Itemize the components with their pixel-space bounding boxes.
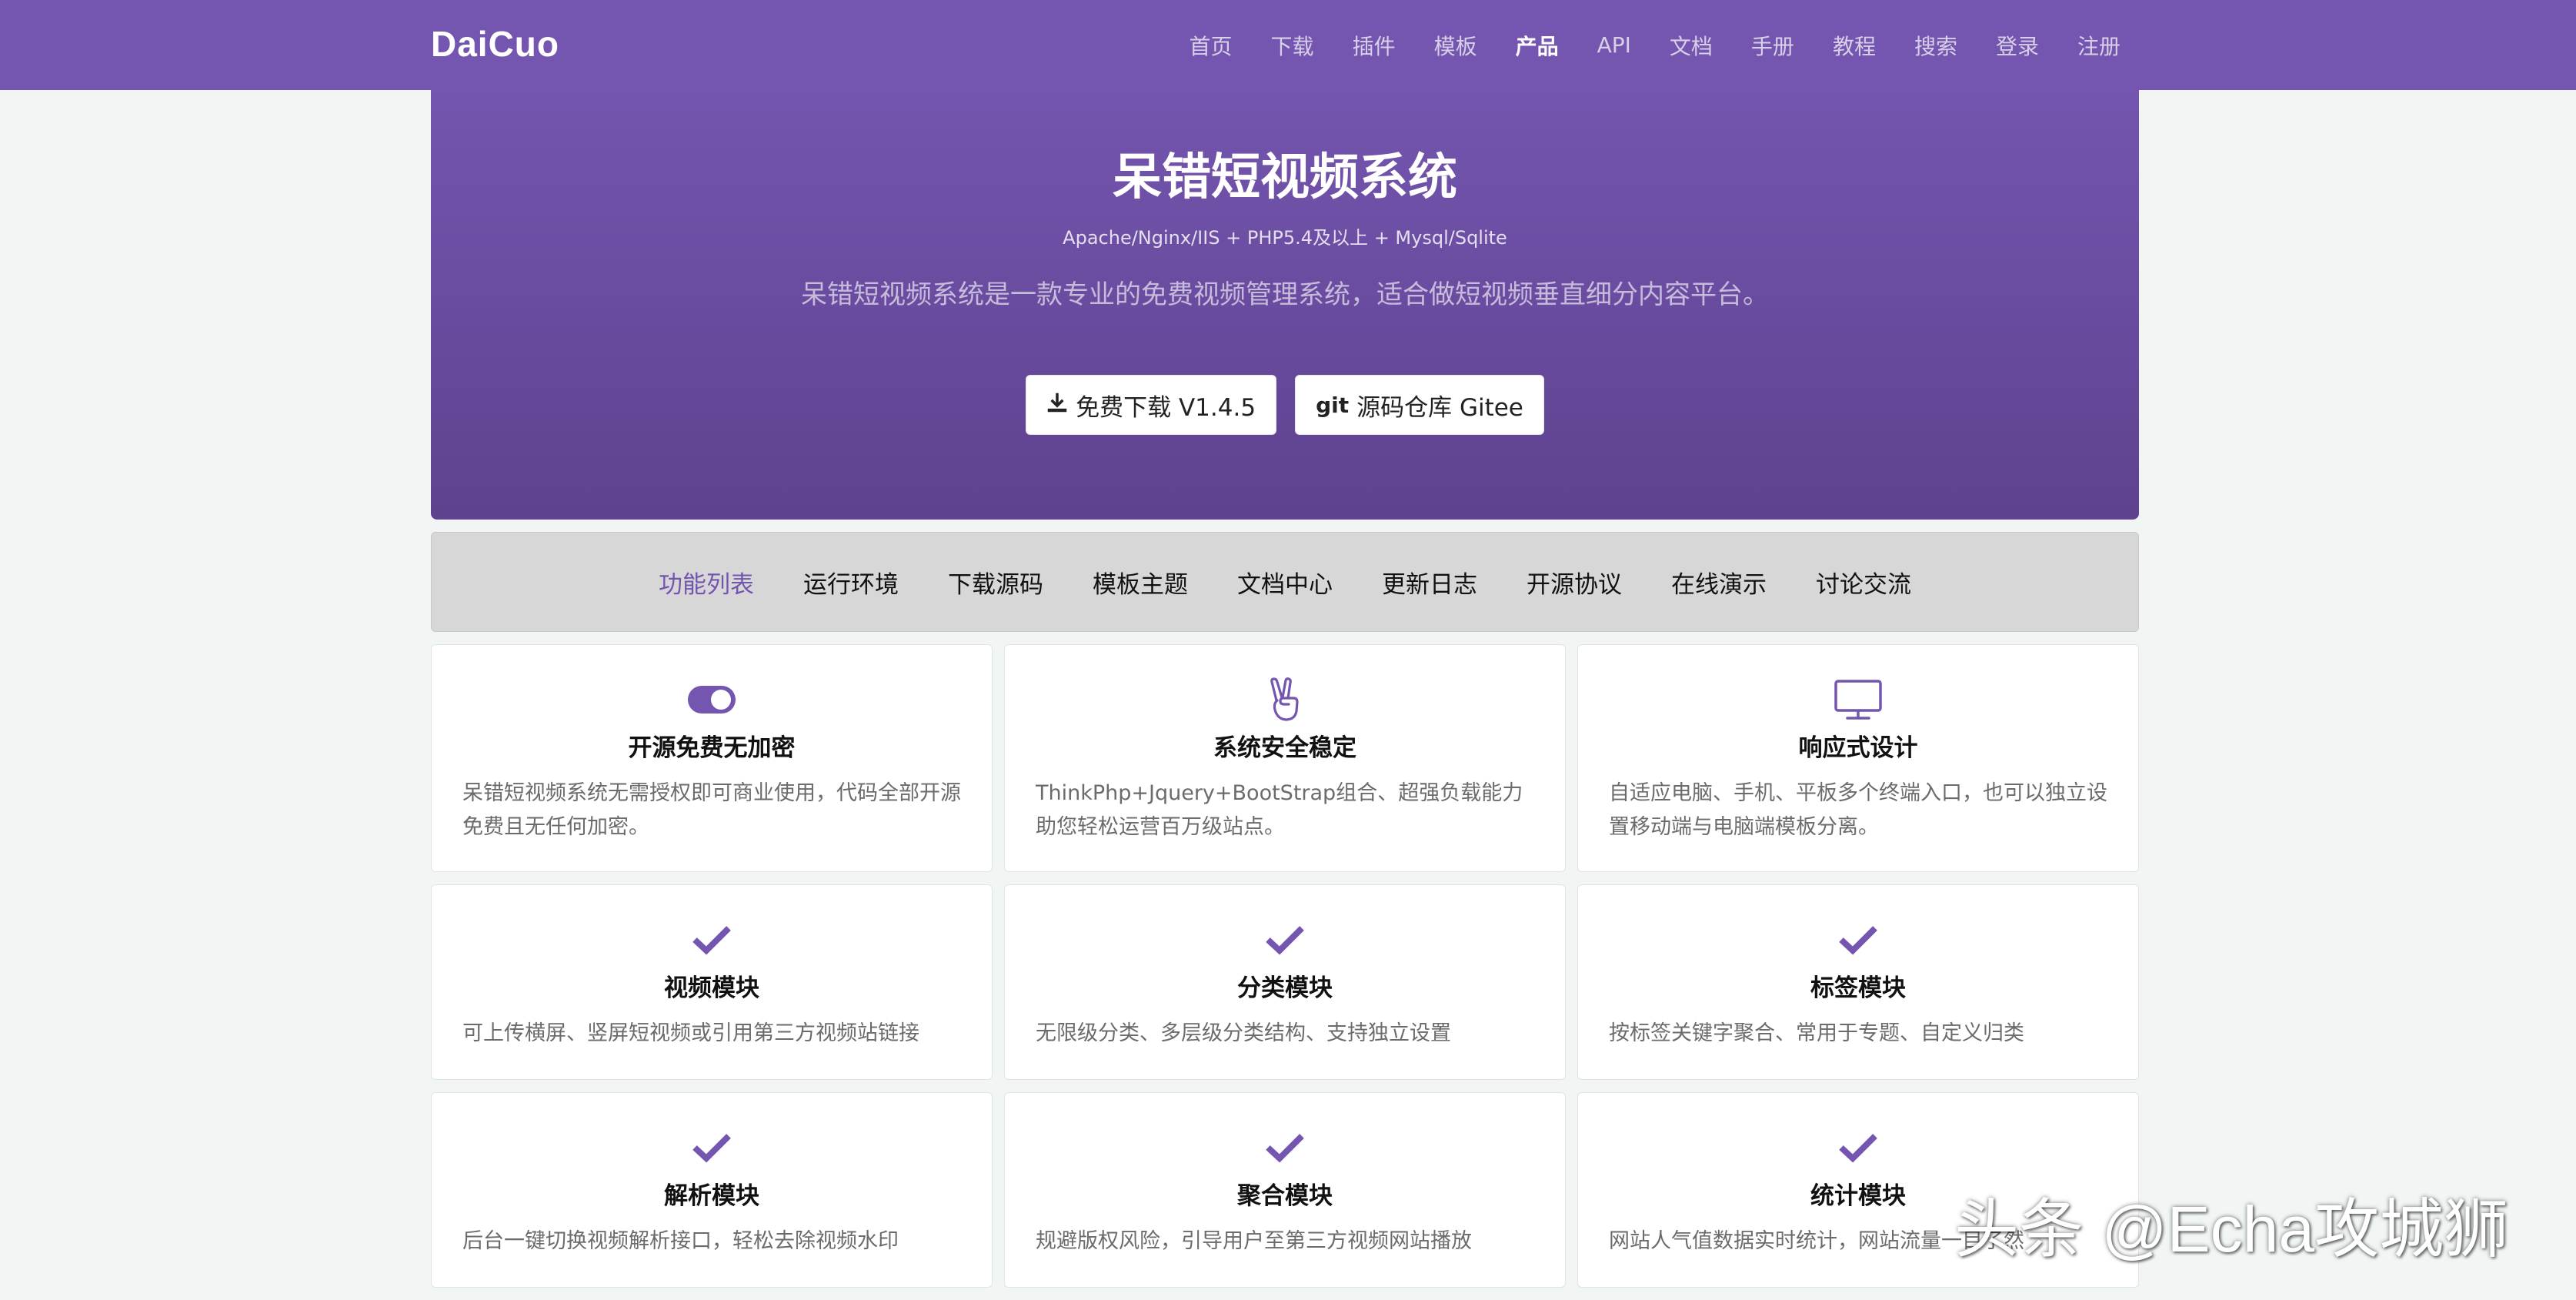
- feature-title: 系统安全稳定: [1213, 734, 1356, 762]
- tab-demo[interactable]: 在线演示: [1671, 565, 1767, 600]
- nav-link-templates[interactable]: 模板: [1434, 30, 1477, 61]
- feature-card: 响应式设计 自适应电脑、手机、平板多个终端入口，也可以独立设置移动端与电脑端模板…: [1577, 644, 2139, 872]
- feature-title: 分类模块: [1237, 974, 1333, 1002]
- monitor-icon: [1834, 680, 1882, 720]
- check-icon: [1839, 926, 1877, 955]
- feature-desc: 呆错短视频系统无需授权即可商业使用，代码全部开源免费且无任何加密。: [462, 781, 961, 839]
- brand-logo[interactable]: DaiCuo: [431, 23, 559, 65]
- download-icon: [1046, 392, 1068, 419]
- victory-hand-icon: [1270, 677, 1299, 721]
- feature-card: 视频模块 可上传横屏、竖屏短视频或引用第三方视频站链接: [431, 884, 993, 1080]
- feature-desc: 无限级分类、多层级分类结构、支持独立设置: [1036, 1021, 1451, 1045]
- features-grid: 开源免费无加密 呆错短视频系统无需授权即可商业使用，代码全部开源免费且无任何加密…: [431, 644, 2139, 1300]
- feature-title: 开源免费无加密: [628, 734, 796, 762]
- nav-link-products[interactable]: 产品: [1516, 30, 1559, 61]
- nav-links: 首页 下载 插件 模板 产品 API 文档 手册 教程 搜索 登录 注册: [1190, 0, 2121, 90]
- nav-link-docs[interactable]: 文档: [1670, 30, 1713, 61]
- nav-link-login[interactable]: 登录: [1996, 30, 2039, 61]
- watermark-text: 头条 @Echa攻城狮: [1954, 1193, 2509, 1265]
- feature-card: 标签模块 按标签关键字聚合、常用于专题、自定义归类: [1577, 884, 2139, 1080]
- nav-link-manual[interactable]: 手册: [1751, 30, 1794, 61]
- tab-download-source[interactable]: 下载源码: [948, 565, 1043, 600]
- check-icon: [692, 1134, 731, 1163]
- tab-changelog[interactable]: 更新日志: [1382, 565, 1477, 600]
- hero-title: 呆错短视频系统: [1113, 149, 1457, 206]
- feature-desc: 后台一键切换视频解析接口，轻松去除视频水印: [462, 1229, 899, 1253]
- feature-card: 解析模块 后台一键切换视频解析接口，轻松去除视频水印: [431, 1092, 993, 1288]
- download-button[interactable]: 免费下载 V1.4.5: [1026, 375, 1277, 435]
- feature-desc: 规避版权风险，引导用户至第三方视频网站播放: [1036, 1229, 1472, 1253]
- feature-desc: ThinkPhp+Jquery+BootStrap组合、超强负载能力助您轻松运营…: [1036, 781, 1523, 839]
- top-navbar: DaiCuo 首页 下载 插件 模板 产品 API 文档 手册 教程 搜索 登录…: [0, 0, 2576, 90]
- feature-title: 视频模块: [664, 974, 759, 1002]
- check-icon: [1266, 1134, 1304, 1163]
- feature-title: 解析模块: [664, 1182, 759, 1210]
- tab-discussion[interactable]: 讨论交流: [1816, 565, 1911, 600]
- tab-environment[interactable]: 运行环境: [803, 565, 899, 600]
- tab-license[interactable]: 开源协议: [1527, 565, 1622, 600]
- tab-features[interactable]: 功能列表: [659, 565, 754, 600]
- nav-link-api[interactable]: API: [1597, 32, 1631, 58]
- download-button-label: 免费下载 V1.4.5: [1076, 393, 1256, 422]
- nav-link-download[interactable]: 下载: [1271, 30, 1314, 61]
- nav-link-plugins[interactable]: 插件: [1353, 30, 1396, 61]
- nav-link-tutorial[interactable]: 教程: [1833, 30, 1876, 61]
- main-container: 呆错短视频系统 Apache/Nginx/IIS + PHP5.4及以上 + M…: [431, 90, 2139, 1300]
- tab-docs[interactable]: 文档中心: [1237, 565, 1333, 600]
- feature-card: 分类模块 无限级分类、多层级分类结构、支持独立设置: [1004, 884, 1566, 1080]
- feature-desc: 自适应电脑、手机、平板多个终端入口，也可以独立设置移动端与电脑端模板分离。: [1609, 781, 2107, 839]
- hero-buttons: 免费下载 V1.4.5 git 源码仓库 Gitee: [431, 375, 2139, 435]
- check-icon: [1266, 926, 1304, 955]
- tab-themes[interactable]: 模板主题: [1093, 565, 1188, 600]
- nav-link-register[interactable]: 注册: [2077, 30, 2121, 61]
- feature-title: 聚合模块: [1237, 1182, 1333, 1210]
- gitee-button[interactable]: git 源码仓库 Gitee: [1295, 375, 1544, 435]
- feature-desc: 可上传横屏、竖屏短视频或引用第三方视频站链接: [462, 1021, 919, 1045]
- hero-description: 呆错短视频系统是一款专业的免费视频管理系统，适合做短视频垂直细分内容平台。: [801, 279, 1769, 310]
- feature-title: 标签模块: [1810, 974, 1906, 1002]
- feature-card: 开源免费无加密 呆错短视频系统无需授权即可商业使用，代码全部开源免费且无任何加密…: [431, 644, 993, 872]
- feature-title: 响应式设计: [1798, 734, 1918, 762]
- gitee-button-label: 源码仓库 Gitee: [1356, 393, 1523, 422]
- feature-desc: 按标签关键字聚合、常用于专题、自定义归类: [1609, 1021, 2024, 1045]
- section-tabs: 功能列表 运行环境 下载源码 模板主题 文档中心 更新日志 开源协议 在线演示 …: [431, 532, 2139, 632]
- check-icon: [692, 926, 731, 955]
- hero-subtitle: Apache/Nginx/IIS + PHP5.4及以上 + Mysql/Sql…: [1063, 227, 1507, 249]
- feature-card: 系统安全稳定 ThinkPhp+Jquery+BootStrap组合、超强负载能…: [1004, 644, 1566, 872]
- nav-link-search[interactable]: 搜索: [1914, 30, 1957, 61]
- nav-link-home[interactable]: 首页: [1190, 30, 1233, 61]
- toggle-icon: [688, 686, 736, 713]
- check-icon: [1839, 1134, 1877, 1163]
- feature-card: 聚合模块 规避版权风险，引导用户至第三方视频网站播放: [1004, 1092, 1566, 1288]
- hero-banner: 呆错短视频系统 Apache/Nginx/IIS + PHP5.4及以上 + M…: [431, 90, 2139, 520]
- git-icon: git: [1316, 392, 1350, 418]
